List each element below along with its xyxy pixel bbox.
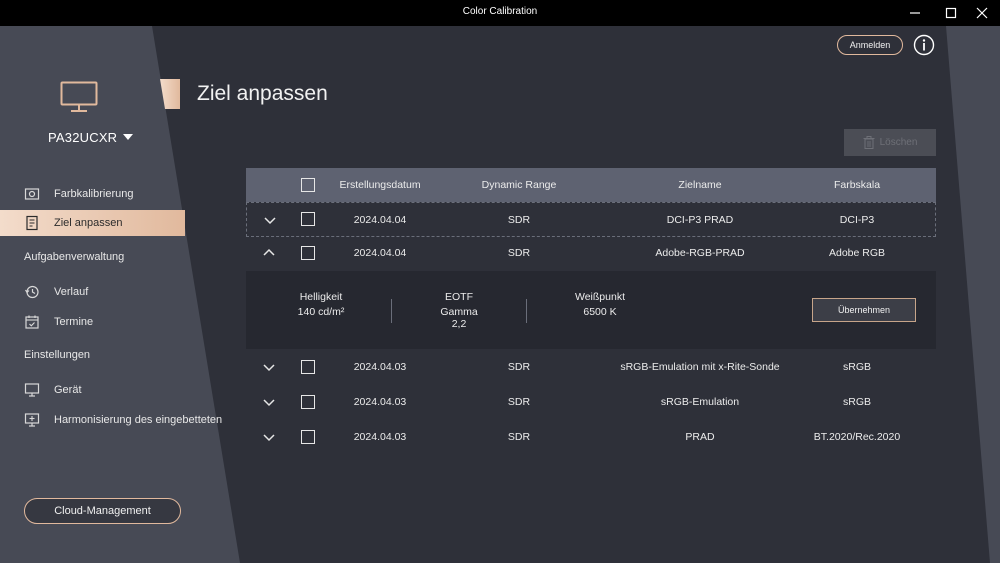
sidebar-item-label: Gerät — [54, 384, 82, 396]
cell-date: 2024.04.04 — [353, 247, 407, 259]
chevron-up-icon[interactable] — [262, 248, 276, 258]
whitepoint-value: 6500 K — [583, 306, 617, 318]
close-button[interactable] — [964, 0, 1000, 26]
cell-target-name: sRGB-Emulation — [660, 396, 740, 408]
sidebar-item-label: Ziel anpassen — [54, 217, 123, 229]
chevron-down-icon[interactable] — [262, 432, 276, 442]
history-icon — [25, 285, 39, 299]
cell-dynamic-range: SDR — [507, 431, 531, 443]
table-header: Erstellungsdatum Dynamic Range Zielname … — [246, 168, 936, 202]
column-header-color-gamut[interactable]: Farbskala — [834, 179, 880, 191]
delete-button[interactable]: Löschen — [844, 129, 936, 156]
sidebar: PA32UCXR Farbkalibrierung Ziel anpassen … — [0, 26, 240, 563]
calendar-icon — [25, 315, 39, 329]
row-checkbox[interactable] — [301, 212, 315, 226]
section-settings: Einstellungen — [24, 349, 91, 361]
sidebar-item-calibration[interactable]: Farbkalibrierung — [0, 181, 185, 207]
brightness-value: 140 cd/m² — [297, 306, 345, 318]
chevron-down-icon[interactable] — [262, 397, 276, 407]
column-header-target-name[interactable]: Zielname — [678, 179, 721, 191]
cell-date: 2024.04.04 — [353, 214, 407, 226]
trash-icon — [863, 136, 875, 149]
monitor-icon — [60, 81, 98, 112]
document-icon — [26, 215, 38, 231]
cell-dynamic-range: SDR — [507, 214, 531, 226]
table-row[interactable]: 2024.04.03 SDR sRGB-Emulation sRGB — [246, 385, 936, 420]
row-checkbox[interactable] — [301, 430, 315, 444]
row-checkbox[interactable] — [301, 360, 315, 374]
chevron-down-icon[interactable] — [263, 215, 277, 225]
cell-date: 2024.04.03 — [353, 431, 407, 443]
chevron-down-icon[interactable] — [262, 362, 276, 372]
chevron-down-icon[interactable] — [123, 134, 133, 140]
eotf-value: Gamma — [440, 306, 478, 318]
table-row[interactable]: 2024.04.03 SDR PRAD BT.2020/Rec.2020 — [246, 420, 936, 455]
row-checkbox[interactable] — [301, 395, 315, 409]
page-title: Ziel anpassen — [197, 82, 328, 105]
login-button[interactable]: Anmelden — [837, 35, 903, 55]
window-title: Color Calibration — [462, 6, 538, 17]
cell-date: 2024.04.03 — [353, 396, 407, 408]
eotf-label: EOTF — [445, 291, 473, 303]
cell-color-gamut: Adobe RGB — [828, 247, 886, 259]
eotf-gamma-value: 2,2 — [451, 318, 467, 330]
sidebar-item-label: Termine — [54, 316, 94, 328]
monitor-icon — [24, 383, 40, 397]
column-header-dynamic-range[interactable]: Dynamic Range — [482, 179, 557, 191]
row-detail-panel: Helligkeit 140 cd/m² EOTF Gamma 2,2 Weiß… — [246, 271, 936, 349]
sidebar-item-device[interactable]: Gerät — [0, 377, 185, 403]
table-row[interactable]: 2024.04.03 SDR sRGB-Emulation mit x-Rite… — [246, 350, 936, 385]
apply-button[interactable]: Übernehmen — [812, 298, 916, 322]
sidebar-item-target[interactable]: Ziel anpassen — [0, 210, 185, 236]
column-header-date[interactable]: Erstellungsdatum — [339, 179, 420, 191]
cloud-management-button[interactable]: Cloud-Management — [24, 498, 181, 524]
row-checkbox[interactable] — [301, 246, 315, 260]
cell-dynamic-range: SDR — [507, 247, 531, 259]
title-bar: Color Calibration — [0, 0, 1000, 26]
table-row[interactable]: 2024.04.04 SDR Adobe-RGB-PRAD Adobe RGB — [246, 236, 936, 271]
sidebar-item-history[interactable]: Verlauf — [0, 279, 185, 305]
embedded-monitor-icon — [24, 413, 40, 427]
cell-target-name: Adobe-RGB-PRAD — [655, 247, 745, 259]
cell-date: 2024.04.03 — [353, 361, 407, 373]
whitepoint-label: Weißpunkt — [575, 291, 625, 303]
divider — [391, 299, 392, 323]
sidebar-item-label: Farbkalibrierung — [54, 188, 134, 200]
cell-target-name: PRAD — [685, 431, 715, 443]
header-accent — [160, 79, 180, 109]
minimize-button[interactable] — [897, 0, 933, 26]
sidebar-item-schedule[interactable]: Termine — [0, 309, 185, 335]
cell-dynamic-range: SDR — [507, 361, 531, 373]
cell-target-name: DCI-P3 PRAD — [666, 214, 734, 226]
delete-button-label: Löschen — [879, 137, 918, 148]
section-task-management: Aufgabenverwaltung — [24, 251, 125, 263]
calibration-icon — [24, 188, 40, 200]
info-icon[interactable] — [913, 34, 935, 56]
cell-color-gamut: BT.2020/Rec.2020 — [813, 431, 901, 443]
sidebar-item-label: Harmonisierung des eingebetteten — [54, 414, 223, 426]
cell-target-name: sRGB-Emulation mit x-Rite-Sonde — [620, 361, 780, 373]
sidebar-item-harmonize[interactable]: Harmonisierung des eingebetteten — [0, 407, 223, 433]
device-name: PA32UCXR — [48, 130, 118, 145]
cell-color-gamut: sRGB — [842, 361, 872, 373]
brightness-label: Helligkeit — [299, 291, 343, 303]
sidebar-item-label: Verlauf — [54, 286, 89, 298]
divider — [526, 299, 527, 323]
cell-color-gamut: sRGB — [842, 396, 872, 408]
select-all-checkbox[interactable] — [301, 178, 315, 192]
table-row[interactable]: 2024.04.04 SDR DCI-P3 PRAD DCI-P3 — [246, 202, 936, 237]
cell-dynamic-range: SDR — [507, 396, 531, 408]
cell-color-gamut: DCI-P3 — [839, 214, 875, 226]
